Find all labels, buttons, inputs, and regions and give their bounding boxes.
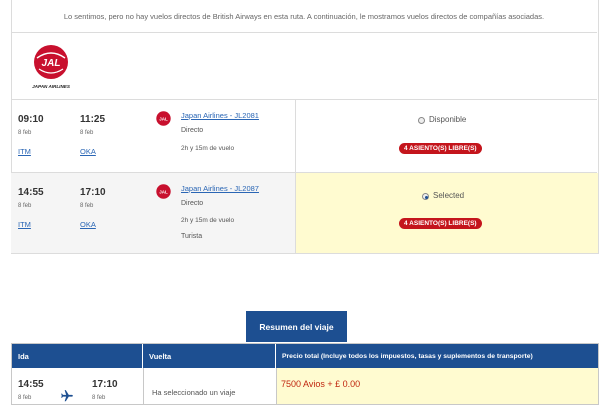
column-header-vuelta: Vuelta: [143, 344, 275, 368]
depart-airport-link[interactable]: ITM: [18, 147, 31, 156]
flight-type: Directo: [181, 127, 204, 134]
ida-depart-date: 8 feb: [18, 395, 32, 401]
depart-airport-link[interactable]: ITM: [18, 220, 31, 229]
vuelta-text: Ha seleccionado un viaje: [152, 388, 236, 397]
arrive-airport-link[interactable]: OKA: [80, 147, 96, 156]
column-header-vuelta-label: Vuelta: [149, 351, 172, 361]
depart-date: 8 feb: [18, 203, 32, 209]
flight-number-link[interactable]: Japan Airlines - JL2081: [181, 111, 259, 120]
svg-text:JAL: JAL: [42, 58, 61, 69]
flight-duration: 2h y 15m de vuelo: [181, 217, 235, 224]
arrive-airport-link[interactable]: OKA: [80, 220, 96, 229]
cabin-class: Turista: [181, 233, 203, 240]
plane-icon: [61, 390, 73, 402]
flight-row[interactable]: 09:10 8 feb ITM 11:25 8 feb OKA JAL Japa…: [11, 100, 597, 173]
availability-cell[interactable]: Disponible 4 ASIENTO(S) LIBRE(S): [295, 100, 598, 172]
ida-arrive-time: 17:10: [92, 379, 118, 390]
svg-text:JAPAN AIRLINES: JAPAN AIRLINES: [32, 84, 71, 89]
flight-row-selected[interactable]: 14:55 8 feb ITM 17:10 8 feb OKA JAL Japa…: [11, 173, 598, 254]
flight-type: Directo: [181, 200, 204, 207]
arrive-time: 17:10: [80, 187, 106, 198]
jal-small-logo-icon: JAL: [156, 111, 171, 126]
seats-available-badge: 4 ASIENTO(S) LIBRE(S): [399, 143, 482, 154]
column-header-ida-label: Ida: [18, 351, 29, 361]
select-flight-radio-checked[interactable]: [422, 193, 429, 200]
arrive-date: 8 feb: [80, 203, 94, 209]
availability-label: Selected: [433, 191, 465, 200]
depart-time: 09:10: [18, 114, 44, 125]
column-header-total-label: Precio total (Incluye todos los impuesto…: [282, 352, 533, 360]
arrive-date: 8 feb: [80, 130, 94, 136]
notice-text: Lo sentimos, pero no hay vuelos directos…: [63, 11, 545, 21]
availability-label: Disponible: [429, 115, 467, 124]
seats-available-badge: 4 ASIENTO(S) LIBRE(S): [399, 218, 482, 229]
availability-cell-selected[interactable]: Selected 4 ASIENTO(S) LIBRE(S): [295, 173, 598, 253]
column-header-ida: Ida: [12, 344, 142, 368]
jal-small-logo-icon: JAL: [156, 184, 171, 199]
arrive-time: 11:25: [80, 114, 106, 125]
trip-summary-table: Ida Vuelta Precio total (Incluye todos l…: [11, 343, 599, 405]
total-price: 7500 Avios + £ 0.00: [281, 379, 361, 389]
trip-summary-tab-label: Resumen del viaje: [259, 321, 334, 332]
select-flight-radio[interactable]: [418, 117, 425, 124]
no-direct-flights-notice: Lo sentimos, pero no hay vuelos directos…: [11, 0, 597, 33]
airline-logo-area: JAL JAPAN AIRLINES: [11, 33, 597, 100]
trip-summary-tab[interactable]: Resumen del viaje: [246, 311, 347, 342]
flight-duration: 2h y 15m de vuelo: [181, 145, 235, 152]
jal-logo-icon: JAL JAPAN AIRLINES: [32, 45, 71, 89]
ida-arrive-date: 8 feb: [92, 395, 106, 401]
vuelta-cell: Ha seleccionado un viaje: [143, 368, 276, 404]
svg-text:JAL: JAL: [159, 190, 168, 195]
depart-date: 8 feb: [18, 130, 32, 136]
flight-number-link[interactable]: Japan Airlines - JL2087: [181, 184, 259, 193]
ida-depart-time: 14:55: [18, 379, 44, 390]
ida-cell: 14:55 8 feb 17:10 8 feb: [12, 368, 143, 404]
column-header-total: Precio total (Incluye todos los impuesto…: [276, 344, 598, 368]
depart-time: 14:55: [18, 187, 44, 198]
svg-text:JAL: JAL: [159, 117, 168, 122]
total-cell: 7500 Avios + £ 0.00: [276, 368, 598, 404]
